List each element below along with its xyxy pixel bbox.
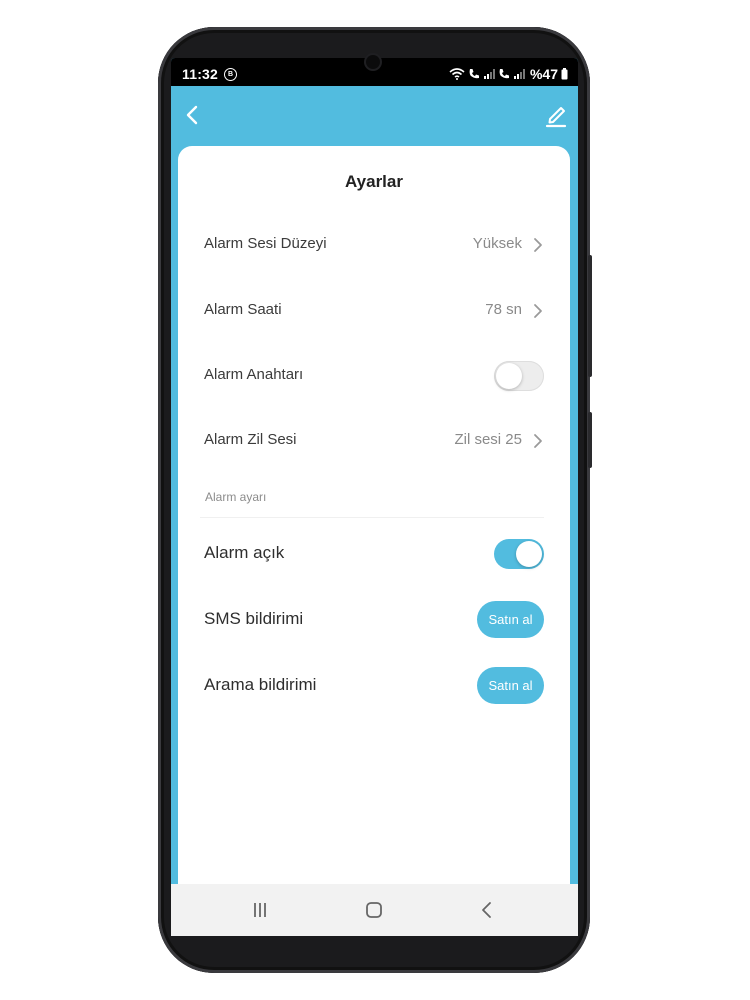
chevron-right-icon [534,238,542,252]
battery-percentage: %47 [529,66,558,82]
recent-apps-icon[interactable] [251,901,269,919]
status-icons: %47 [449,66,568,82]
alarm-on-row: Alarm açık [204,532,544,576]
row-value: 78 sn [485,301,522,318]
notification-badge-icon: B [224,68,237,81]
back-icon[interactable] [480,900,494,920]
volte-call-icon [499,69,509,79]
row-label: SMS bildirimi [204,609,304,628]
battery-icon [561,68,568,80]
pencil-icon[interactable] [544,104,568,128]
row-label: Alarm açık [204,543,285,562]
front-camera [366,55,380,69]
row-label: Alarm Sesi Düzeyi [204,235,327,252]
alarm-switch-row: Alarm Anahtarı [204,354,544,398]
row-value: Zil sesi 25 [454,431,522,448]
wifi-icon [449,68,465,80]
signal-icon [513,69,525,79]
volume-button [588,255,592,377]
power-button [588,412,592,468]
page-title: Ayarlar [345,172,403,191]
sms-notification-row: SMS bildirimi Satın al [204,598,544,642]
alarm-ringtone-row[interactable]: Alarm Zil Sesi Zil sesi 25 [204,419,544,463]
row-label: Alarm Zil Sesi [204,431,297,448]
alarm-on-toggle[interactable] [494,539,544,569]
chevron-left-icon[interactable] [183,104,203,126]
home-icon[interactable] [365,901,383,919]
alarm-volume-row[interactable]: Alarm Sesi Düzeyi Yüksek [204,223,544,267]
chevron-right-icon [534,434,542,448]
screen: 11:32 B %47 Ayarlar Alarm Sesi Düzeyi Yü… [171,58,578,936]
row-label: Alarm Anahtarı [204,366,304,383]
signal-icon [483,69,495,79]
app-header [171,86,578,146]
alarm-time-row[interactable]: Alarm Saati 78 sn [204,289,544,333]
status-time: 11:32 [182,66,219,82]
toggle-knob [516,541,542,567]
divider [200,517,544,518]
call-notification-row: Arama bildirimi Satın al [204,664,544,708]
buy-call-button[interactable]: Satın al [477,667,544,704]
chevron-right-icon [534,304,542,318]
row-label: Arama bildirimi [204,675,317,694]
volte-call-icon [469,69,479,79]
settings-card: Ayarlar Alarm Sesi Düzeyi Yüksek Alarm S… [178,146,570,936]
buy-sms-button[interactable]: Satın al [477,601,544,638]
section-title: Alarm ayarı [205,490,267,504]
alarm-switch-toggle[interactable] [494,361,544,391]
toggle-knob [496,363,522,389]
row-label: Alarm Saati [204,301,282,318]
row-value: Yüksek [472,235,522,252]
navigation-bar [171,884,578,936]
